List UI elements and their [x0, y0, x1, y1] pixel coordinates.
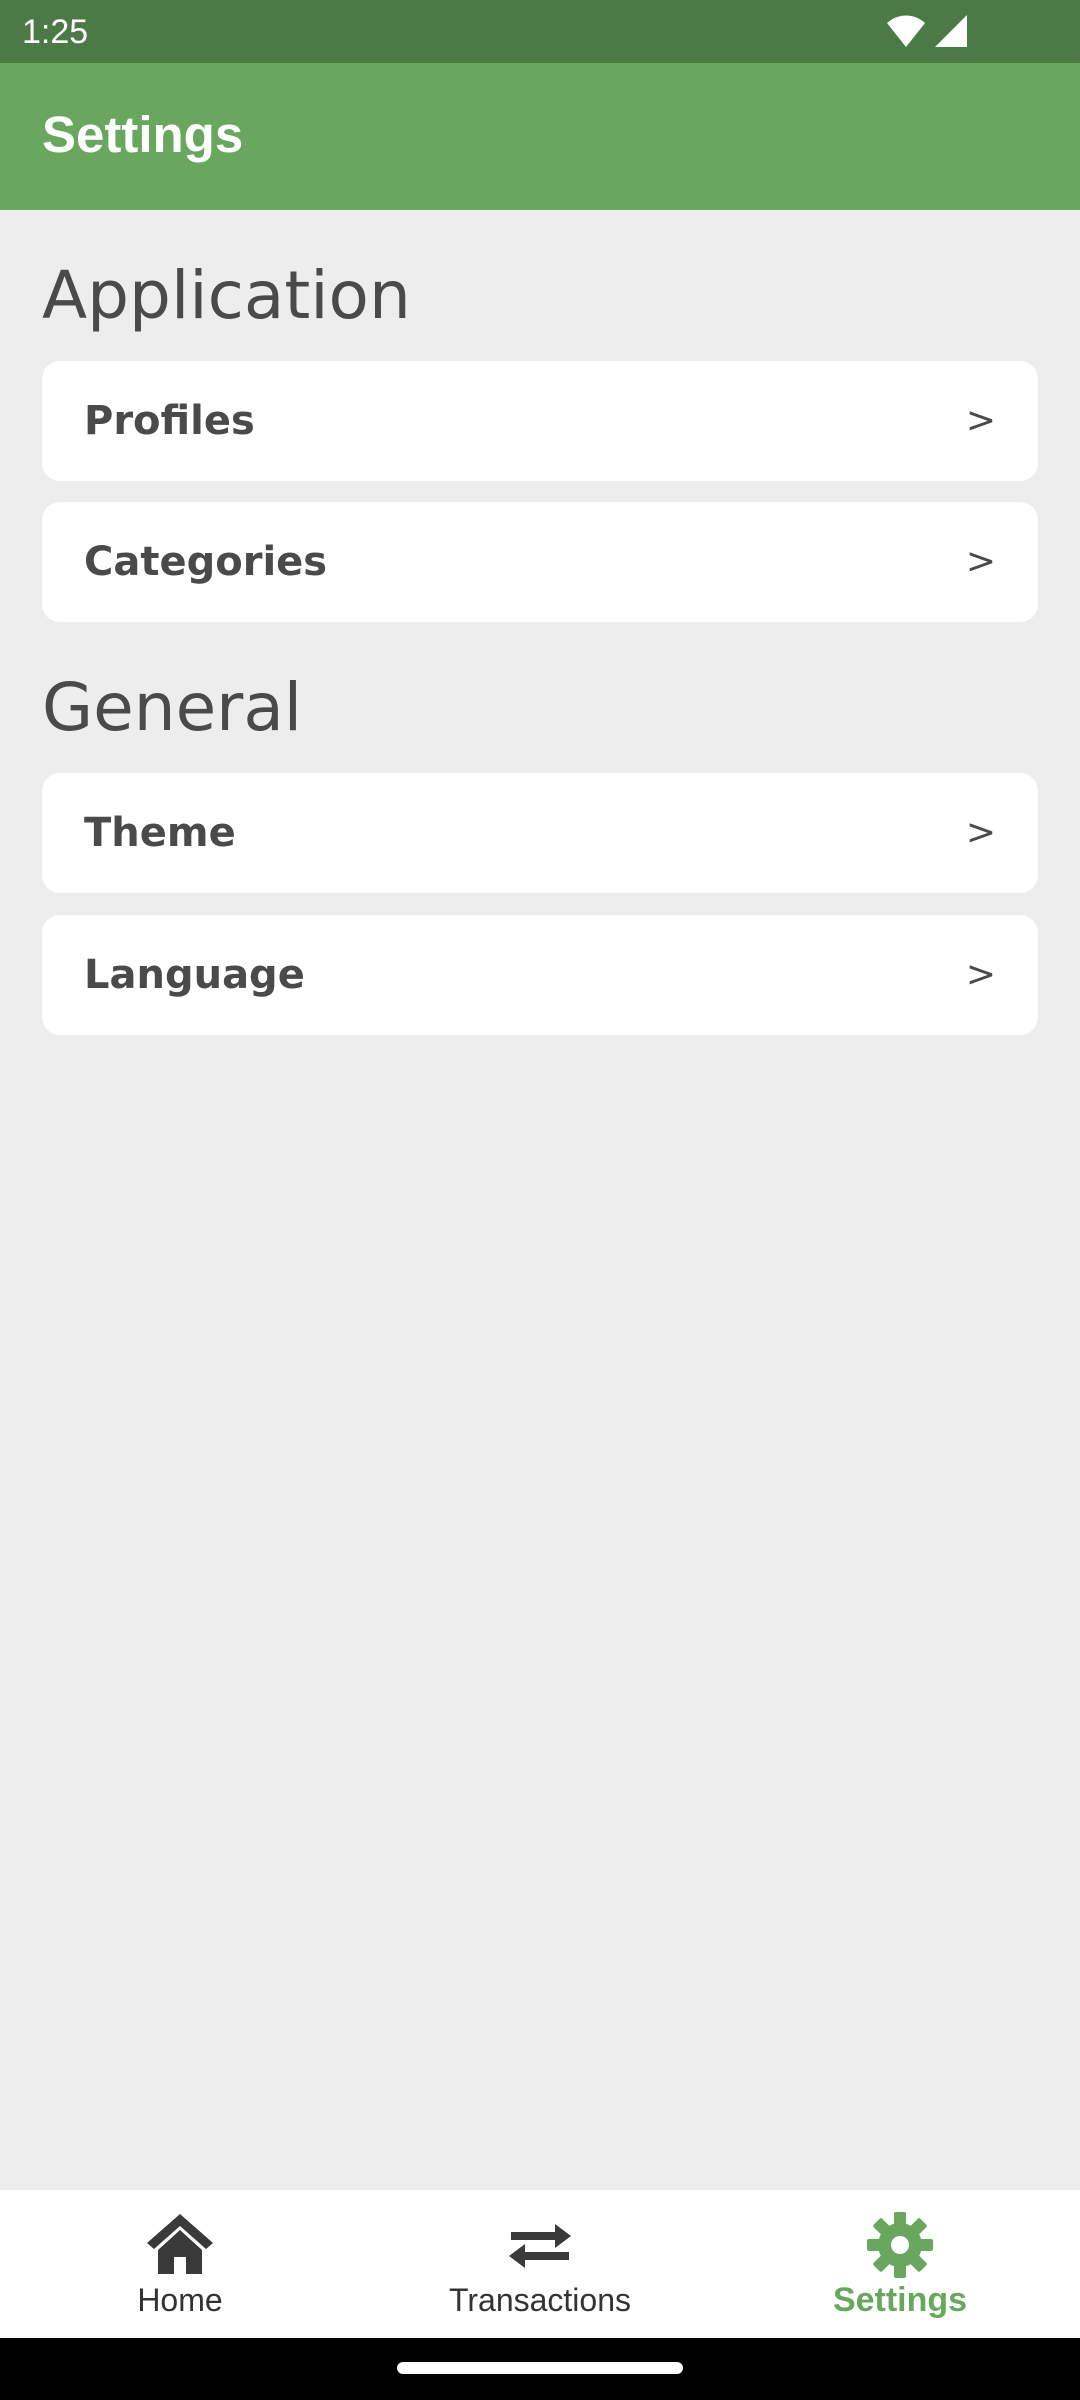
home-icon	[145, 2210, 215, 2280]
bottom-navigation: Home Transactions Settings	[0, 2190, 1080, 2338]
status-time: 1:25	[22, 13, 89, 51]
chevron-right-icon: >	[965, 400, 996, 441]
cellular-signal-icon	[934, 14, 968, 48]
nav-label: Home	[137, 2282, 223, 2318]
nav-label: Transactions	[449, 2282, 631, 2318]
settings-item-label: Theme	[84, 810, 236, 856]
settings-item-profiles[interactable]: Profiles >	[42, 361, 1038, 481]
nav-item-settings[interactable]: Settings	[720, 2190, 1080, 2338]
gear-icon	[865, 2210, 935, 2280]
app-bar: Settings	[0, 63, 1080, 210]
settings-item-label: Profiles	[84, 398, 255, 444]
status-bar: 1:25	[0, 0, 1080, 63]
settings-item-label: Categories	[84, 539, 328, 585]
nav-item-home[interactable]: Home	[0, 2190, 360, 2338]
chevron-right-icon: >	[965, 954, 996, 995]
page-title: Settings	[42, 106, 244, 163]
settings-item-language[interactable]: Language >	[42, 915, 1038, 1035]
nav-item-transactions[interactable]: Transactions	[360, 2190, 720, 2338]
chevron-right-icon: >	[965, 541, 996, 582]
wifi-icon	[886, 14, 926, 48]
settings-item-label: Language	[84, 952, 305, 998]
settings-item-categories[interactable]: Categories >	[42, 502, 1038, 622]
section-title-application: Application	[42, 257, 411, 334]
gesture-handle[interactable]	[397, 2362, 683, 2374]
swap-arrows-icon	[505, 2210, 575, 2280]
chevron-right-icon: >	[965, 812, 996, 853]
section-title-general: General	[42, 669, 303, 746]
status-icons	[886, 12, 968, 50]
nav-label: Settings	[832, 2281, 968, 2319]
system-navigation-bar	[0, 2338, 1080, 2400]
settings-item-theme[interactable]: Theme >	[42, 773, 1038, 893]
